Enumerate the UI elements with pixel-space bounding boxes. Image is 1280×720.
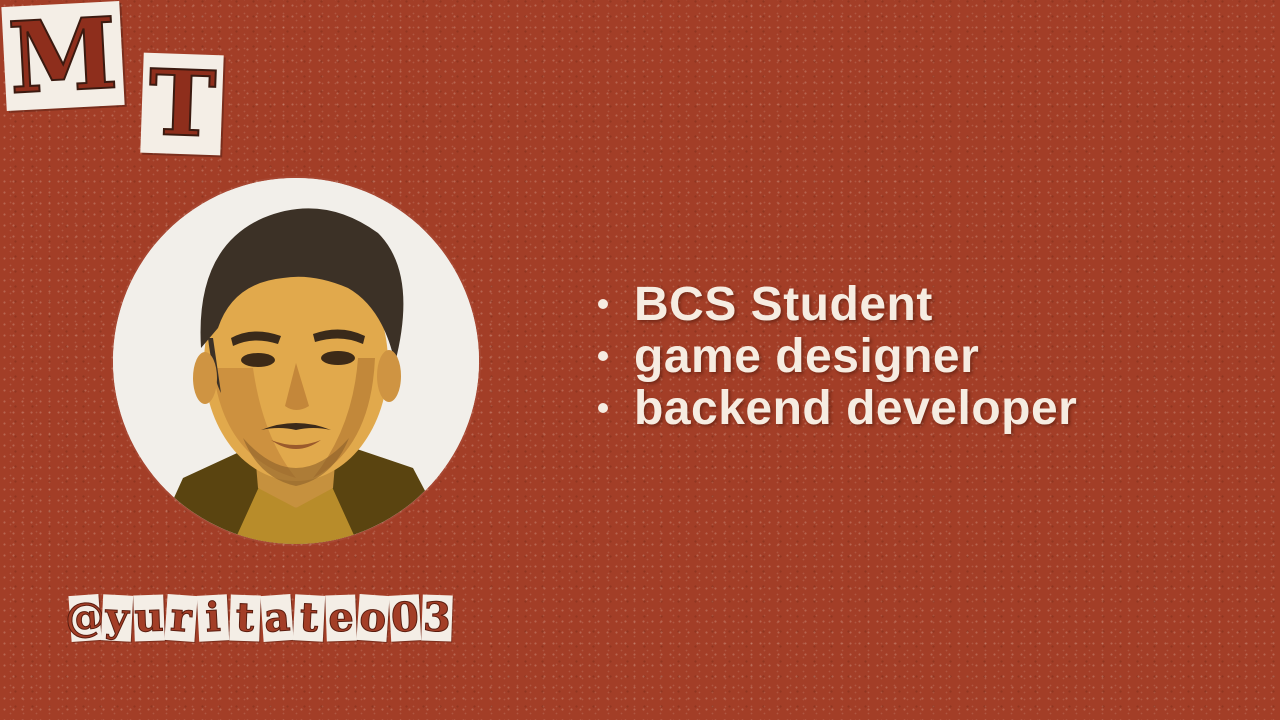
- handle-letter: u: [133, 593, 165, 642]
- role-label: backend developer: [634, 381, 1078, 435]
- portrait-icon: [113, 178, 479, 544]
- handle-letter: t: [229, 593, 261, 642]
- list-item: BCS Student: [598, 277, 1077, 331]
- handle-letter: o: [356, 593, 390, 642]
- handle-letter: @: [63, 592, 107, 643]
- bullet-icon: [598, 299, 608, 309]
- handle-letter: y: [100, 593, 134, 642]
- handle-letter: a: [260, 593, 294, 642]
- logo: M T: [0, 0, 225, 160]
- logo-letter-m: M: [1, 0, 125, 117]
- list-item: backend developer: [598, 381, 1078, 435]
- role-label: BCS Student: [634, 277, 933, 331]
- bullet-icon: [598, 351, 608, 361]
- logo-letter-t: T: [140, 49, 224, 159]
- handle-letter: t: [292, 593, 326, 642]
- list-item: game designer: [598, 329, 1077, 383]
- handle-letter: 3: [421, 593, 453, 642]
- handle-letter: 0: [388, 593, 422, 642]
- avatar: [113, 178, 479, 544]
- bullet-icon: [598, 403, 608, 413]
- handle-letter: r: [164, 593, 198, 642]
- handle-letter: i: [196, 593, 230, 642]
- social-handle[interactable]: @ y u r i t a t e o 0 3: [63, 592, 454, 643]
- role-list: BCS Student game designer backend develo…: [598, 277, 1078, 435]
- role-label: game designer: [634, 329, 980, 383]
- handle-letter: e: [325, 593, 357, 642]
